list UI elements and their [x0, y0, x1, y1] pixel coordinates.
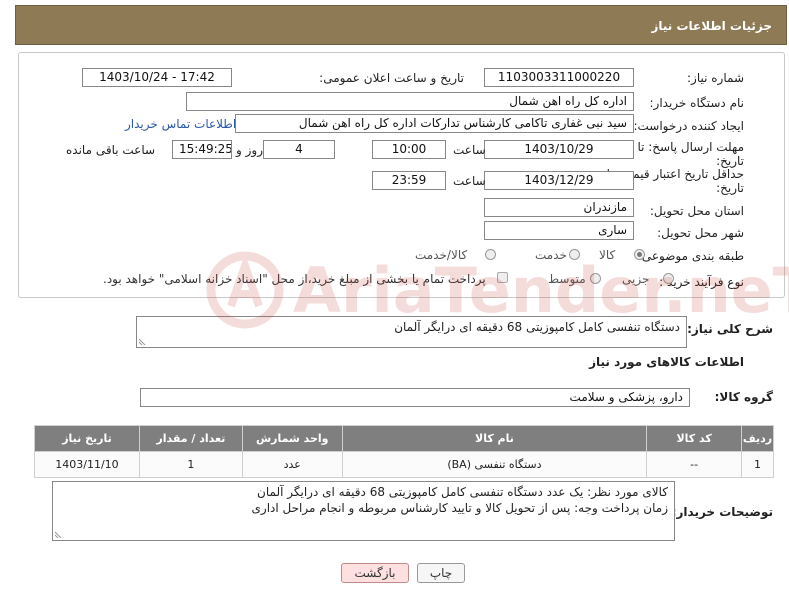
general-description-label: شرح کلی نیاز: [687, 322, 773, 336]
creator-label: ایجاد کننده درخواست: [633, 119, 744, 133]
need-number-field[interactable]: 1103003311000220 [484, 68, 634, 87]
remaining-label: ساعت باقی مانده [66, 143, 156, 157]
payment-note: پرداخت تمام یا بخشی از مبلغ خرید،از محل … [103, 272, 486, 286]
remaining-time-field[interactable]: 15:49:25 [172, 140, 232, 159]
buyer-org-field[interactable]: اداره کل راه اهن شمال [186, 92, 634, 111]
col-code-header: کد کالا [646, 425, 743, 452]
validity-time-label: ساعت [453, 174, 486, 188]
goods-section-title: اطلاعات کالاهای مورد نیاز [589, 355, 744, 369]
col-unit-header: واحد شمارش [241, 425, 343, 452]
cell-unit: عدد [241, 451, 343, 478]
treasury-checkbox[interactable] [497, 272, 508, 283]
deadline-label: مهلت ارسال پاسخ: تا [637, 140, 744, 154]
resize-handle-icon[interactable] [55, 530, 63, 538]
category-service-label: خدمت [535, 248, 567, 262]
deadline-label-date: تاریخ: [716, 154, 744, 168]
cell-row: 1 [741, 451, 774, 478]
back-button[interactable]: بازگشت [341, 563, 409, 583]
province-field[interactable]: مازندران [484, 198, 634, 217]
cell-qty: 1 [138, 451, 243, 478]
cell-date: 1403/11/10 [34, 451, 140, 478]
category-label: طبقه بندی موضوعی: [637, 249, 744, 263]
deadline-time-label: ساعت [453, 143, 486, 157]
purchase-medium-radio[interactable] [590, 273, 601, 284]
deadline-date-field[interactable]: 1403/10/29 [484, 140, 634, 159]
creator-field[interactable]: سید نبی غفاری تاکامی کارشناس تدارکات ادا… [235, 114, 634, 133]
deadline-time-field[interactable]: 10:00 [372, 140, 446, 159]
buyer-org-label: نام دستگاه خریدار: [649, 96, 745, 110]
announce-date-field[interactable]: 1403/10/24 - 17:42 [82, 68, 232, 87]
need-number-label: شماره نیاز: [687, 71, 744, 85]
category-goods-radio[interactable] [634, 249, 645, 260]
cell-code: -- [646, 451, 743, 478]
purchase-medium-label: متوسط [548, 272, 586, 286]
general-description-text: دستگاه تنفسی کامل کامپوزیتی 68 دقیقه ای … [394, 320, 680, 334]
buyer-notes-line-2: زمان پرداخت وجه: پس از تحویل کالا و تایی… [251, 501, 668, 515]
remaining-days-field[interactable]: 4 [263, 140, 335, 159]
category-service-radio[interactable] [569, 249, 580, 260]
announce-date-label: تاریخ و ساعت اعلان عمومی: [319, 71, 464, 85]
validity-date-field[interactable]: 1403/12/29 [484, 171, 634, 190]
goods-group-label: گروه کالا: [714, 390, 773, 404]
table-row[interactable]: 1 -- دستگاه تنفسی (BA) عدد 1 1403/11/10 [34, 451, 774, 478]
col-qty-header: تعداد / مقدار [138, 425, 243, 452]
goods-table: ردیف کد کالا نام کالا واحد شمارش تعداد /… [34, 425, 774, 478]
resize-handle-icon[interactable] [139, 337, 147, 345]
validity-time-field[interactable]: 23:59 [372, 171, 446, 190]
buyer-notes-line-1: کالای مورد نظر: یک عدد دستگاه تنفسی کامل… [257, 485, 668, 499]
category-both-label: کالا/خدمت [415, 248, 468, 262]
goods-group-field[interactable]: دارو، پزشکی و سلامت [140, 388, 690, 407]
city-field[interactable]: ساری [484, 221, 634, 240]
table-header-row: ردیف کد کالا نام کالا واحد شمارش تعداد /… [34, 425, 774, 452]
category-both-radio[interactable] [485, 249, 496, 260]
buyer-notes-label: توضیحات خریدار: [671, 505, 773, 519]
purchase-minor-label: جزیی [622, 272, 650, 286]
col-row-header: ردیف [741, 425, 774, 452]
page-title: جزئیات اطلاعات نیاز [651, 19, 772, 33]
general-description-field[interactable]: دستگاه تنفسی کامل کامپوزیتی 68 دقیقه ای … [136, 316, 687, 348]
page-header: جزئیات اطلاعات نیاز [15, 5, 787, 45]
print-button[interactable]: چاپ [417, 563, 465, 583]
days-label: روز و [236, 143, 263, 157]
province-label: استان محل تحویل: [649, 204, 744, 218]
cell-name: دستگاه تنفسی (BA) [341, 451, 648, 478]
category-goods-label: کالا [599, 248, 616, 262]
city-label: شهر محل تحویل: [657, 226, 744, 240]
col-date-header: تاریخ نیاز [34, 425, 140, 452]
col-name-header: نام کالا [341, 425, 648, 452]
validity-label-date: تاریخ: [716, 181, 744, 195]
buyer-contact-link[interactable]: اطلاعات تماس خریدار [125, 117, 236, 131]
buyer-notes-field[interactable]: کالای مورد نظر: یک عدد دستگاه تنفسی کامل… [52, 481, 675, 541]
purchase-minor-radio[interactable] [663, 273, 674, 284]
